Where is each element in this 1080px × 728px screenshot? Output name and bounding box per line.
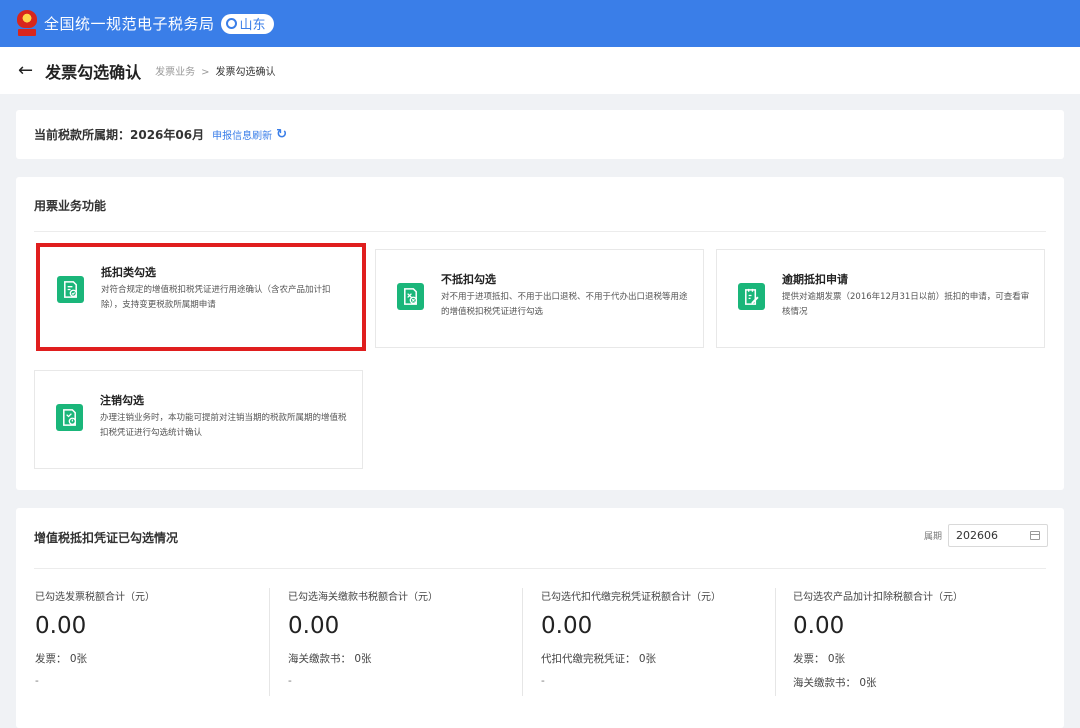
period-value: 202606	[956, 529, 998, 542]
tile-cancellation-selection[interactable]: 注销勾选 办理注销业务时，本功能可提前对注销当期的税款所属期的增值税扣税凭证进行…	[34, 370, 363, 469]
summary-amount: 0.00	[288, 613, 340, 639]
tile-deduction-selection[interactable]: 抵扣类勾选 对符合规定的增值税扣税凭证进行用途确认（含农产品加计扣除），支持变更…	[36, 243, 366, 351]
breadcrumb: 发票业务 > 发票勾选确认	[155, 63, 275, 78]
tile-title: 注销勾选	[100, 394, 144, 407]
summary-label: 已勾选海关缴款书税额合计（元）	[288, 592, 438, 603]
summary-label: 已勾选农产品加计扣除税额合计（元）	[793, 592, 963, 603]
page-header: ← 发票勾选确认 发票业务 > 发票勾选确认	[0, 47, 1080, 94]
tax-emblem-logo	[16, 9, 38, 38]
period-date-input[interactable]: 202606	[948, 524, 1048, 547]
summary-column-agricultural: 已勾选农产品加计扣除税额合计（元） 0.00 发票： 0张 海关缴款书： 0张	[793, 588, 1043, 698]
summary-amount: 0.00	[793, 613, 845, 639]
divider	[34, 231, 1046, 232]
summary-count: 发票： 0张	[35, 653, 88, 665]
check-doc-icon	[57, 276, 84, 303]
summary-amount: 0.00	[35, 613, 87, 639]
period-picker-label: 属期	[923, 532, 942, 542]
summary-detail: -	[35, 675, 39, 687]
power-doc-icon	[56, 404, 83, 431]
tile-description: 办理注销业务时，本功能可提前对注销当期的税款所属期的增值税扣税凭证进行勾选统计确…	[100, 413, 347, 438]
top-header: 全国统一规范电子税务局 山东	[0, 0, 1080, 47]
current-tax-period: 当前税款所属期：2026年06月	[34, 128, 205, 142]
divider	[34, 568, 1046, 569]
tile-overdue-deduction-application[interactable]: 逾期抵扣申请 提供对逾期发票（2016年12月31日以前）抵扣的申请，可查看审核…	[716, 249, 1045, 348]
summary-detail: -	[288, 675, 292, 687]
summary-column-customs: 已勾选海关缴款书税额合计（元） 0.00 海关缴款书： 0张 -	[288, 588, 538, 698]
edit-doc-icon	[738, 283, 765, 310]
summary-count-customs: 海关缴款书： 0张	[793, 677, 877, 689]
tile-title: 逾期抵扣申请	[782, 273, 848, 286]
breadcrumb-item-invoice-business[interactable]: 发票业务	[155, 67, 195, 78]
section-title: 用票业务功能	[34, 199, 107, 213]
tile-description: 对符合规定的增值税扣税凭证进行用途确认（含农产品加计扣除），支持变更税款所属期申…	[101, 285, 331, 310]
summary-detail: -	[541, 675, 545, 687]
functions-card: 用票业务功能 抵扣类勾选 对符合规定的增值税扣税凭证进行用途确认（含农产品加计扣…	[16, 177, 1064, 490]
column-divider	[775, 588, 776, 696]
period-picker: 属期 202606	[924, 524, 1048, 547]
app-title: 全国统一规范电子税务局	[44, 15, 215, 33]
region-label: 山东	[239, 18, 266, 33]
back-arrow-icon[interactable]: ←	[18, 60, 33, 81]
summary-label: 已勾选发票税额合计（元）	[35, 592, 155, 603]
summary-column-invoice: 已勾选发票税额合计（元） 0.00 发票： 0张 -	[35, 588, 285, 698]
tile-description: 对不用于进项抵扣、不用于出口退税、不用于代办出口退税等用途的增值税扣税凭证进行勾…	[441, 292, 688, 317]
column-divider	[522, 588, 523, 696]
breadcrumb-item-current: 发票勾选确认	[215, 67, 276, 78]
column-divider	[269, 588, 270, 696]
tile-title: 不抵扣勾选	[441, 273, 496, 286]
summary-count: 代扣代缴完税凭证： 0张	[541, 653, 657, 665]
calendar-icon[interactable]	[1030, 531, 1040, 540]
summary-count: 海关缴款书： 0张	[288, 653, 372, 665]
tile-non-deduction-selection[interactable]: 不抵扣勾选 对不用于进项抵扣、不用于出口退税、不用于代办出口退税等用途的增值税扣…	[375, 249, 704, 348]
breadcrumb-separator: >	[201, 67, 210, 78]
region-selector[interactable]: 山东	[220, 13, 274, 34]
summary-label: 已勾选代扣代缴完税凭证税额合计（元）	[541, 592, 721, 603]
section-title: 增值税抵扣凭证已勾选情况	[34, 531, 179, 545]
summary-count: 发票： 0张	[793, 653, 846, 665]
location-pin-icon	[225, 18, 237, 29]
summary-column-withholding: 已勾选代扣代缴完税凭证税额合计（元） 0.00 代扣代缴完税凭证： 0张 -	[541, 588, 791, 698]
summary-amount: 0.00	[541, 613, 593, 639]
selection-summary-card: 增值税抵扣凭证已勾选情况 属期 202606 已勾选发票税额合计（元） 0.00…	[16, 508, 1064, 728]
refresh-declaration-link[interactable]: 申报信息刷新	[212, 127, 272, 142]
tile-title: 抵扣类勾选	[101, 266, 156, 279]
cancel-doc-icon	[397, 283, 424, 310]
page-title: 发票勾选确认	[45, 62, 142, 82]
refresh-icon[interactable]: ↻	[276, 127, 287, 142]
tax-period-card: 当前税款所属期：2026年06月 申报信息刷新 ↻	[16, 110, 1064, 159]
tile-description: 提供对逾期发票（2016年12月31日以前）抵扣的申请，可查看审核情况	[782, 292, 1030, 317]
